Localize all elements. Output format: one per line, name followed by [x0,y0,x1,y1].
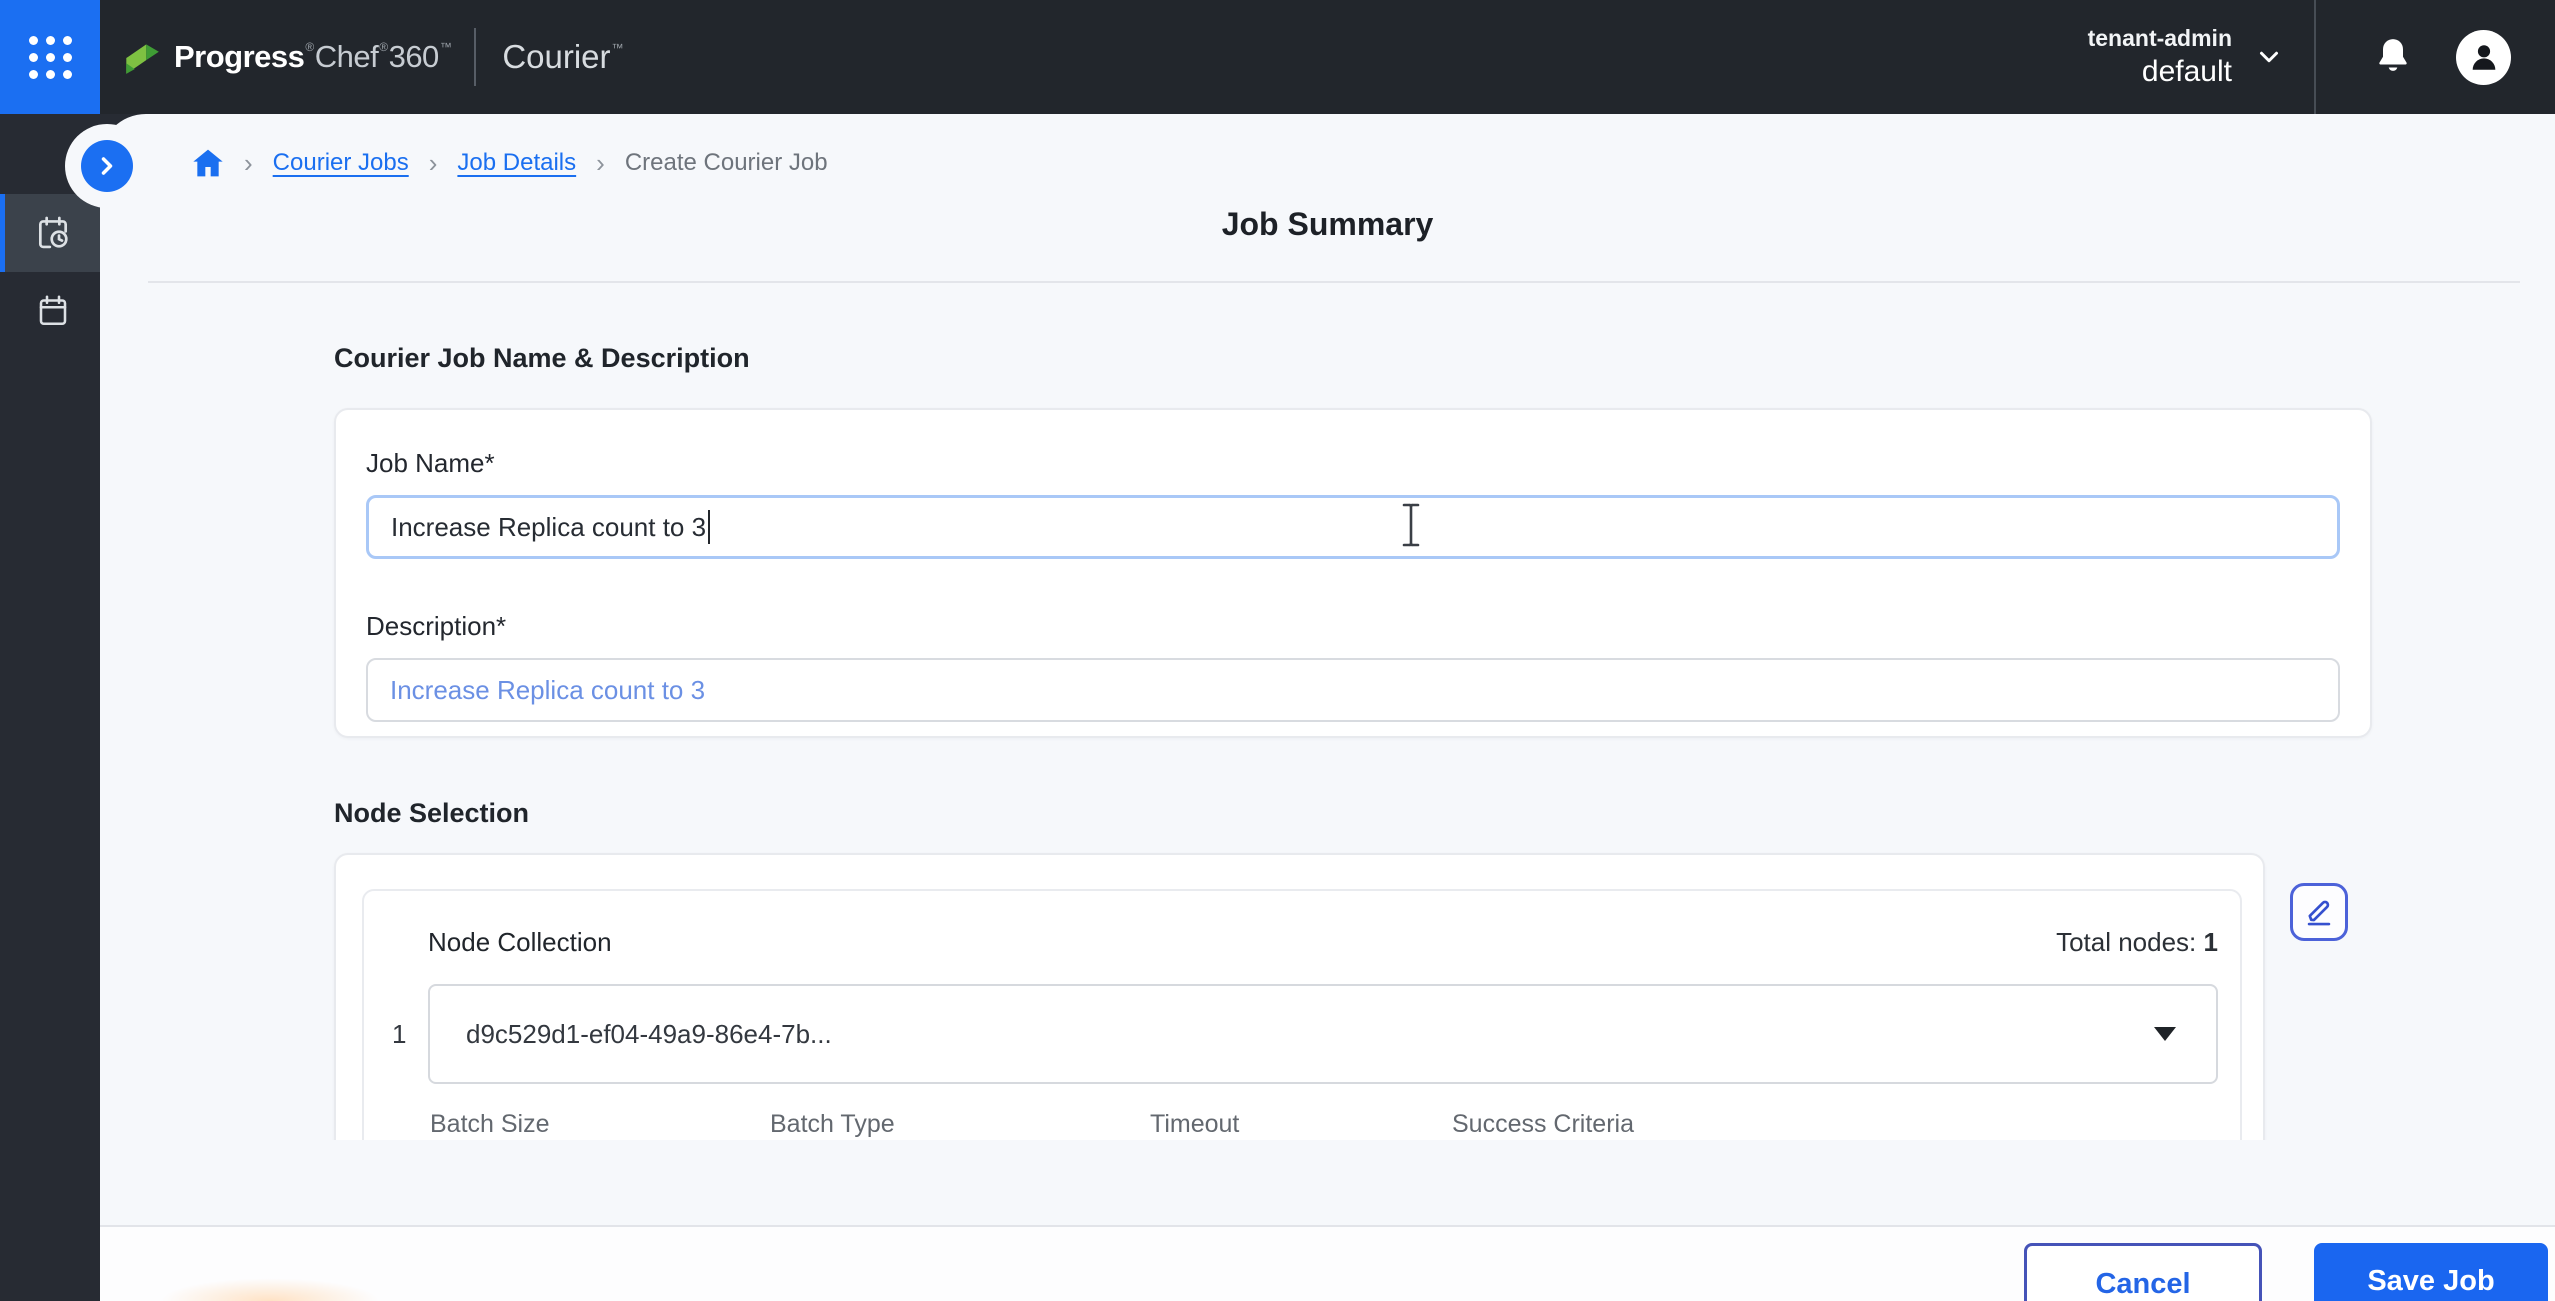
bell-icon [2374,36,2412,76]
pencil-icon [2302,895,2336,929]
job-name-label: Job Name* [366,448,2340,479]
node-collection-select[interactable]: d9c529d1-ef04-49a9-86e4-7b... [428,984,2218,1084]
column-timeout: Timeout [1150,1110,1239,1139]
breadcrumb-link-courier-jobs[interactable]: Courier Jobs [273,149,409,177]
edit-node-selection-button[interactable] [2290,883,2348,941]
sidebar [0,114,100,1301]
breadcrumb-separator: › [596,150,605,176]
user-avatar-icon [2467,40,2501,74]
node-collection-card: Node Collection Total nodes: 1 1 d9c529d… [362,889,2242,1140]
notifications-button[interactable] [2374,36,2412,79]
text-caret [708,510,710,544]
scheduled-jobs-icon [34,214,72,252]
app-window: Progress®Chef®360™ Courier™ tenant-admin… [0,0,2555,1301]
total-nodes-value: 1 [2204,927,2218,957]
main-content: › Courier Jobs › Job Details › Create Co… [100,114,2555,1301]
brand-text: Progress®Chef®360™ [174,39,452,75]
title-divider [148,281,2520,283]
dropdown-caret-icon [2154,1027,2176,1041]
topbar-right: tenant-admin default [2088,0,2555,114]
breadcrumb-separator: › [244,150,253,176]
brand-logo-group: Progress®Chef®360™ [120,36,452,78]
save-job-button[interactable]: Save Job [2314,1243,2548,1301]
node-selection-row: Node Collection Total nodes: 1 1 d9c529d… [334,853,2372,1140]
topbar-divider [2314,0,2316,114]
topbar-divider [474,28,476,86]
user-avatar-button[interactable] [2456,30,2511,85]
node-row-index: 1 [392,1019,406,1050]
description-input[interactable]: Increase Replica count to 3 [366,658,2340,722]
column-batch-size: Batch Size [430,1110,550,1139]
total-nodes: Total nodes: 1 [2056,927,2218,958]
column-batch-type: Batch Type [770,1110,895,1139]
scroll-area: › Courier Jobs › Job Details › Create Co… [100,114,2555,1140]
tenant-environment: default [2088,53,2232,91]
app-launcher-button[interactable] [0,0,100,114]
footer-action-bar: Cancel Save Job [100,1225,2555,1301]
chevron-down-icon[interactable] [2254,42,2284,72]
breadcrumb: › Courier Jobs › Job Details › Create Co… [192,148,2555,178]
tenant-name: tenant-admin [2088,24,2232,53]
sidebar-item-schedules[interactable] [0,272,100,350]
description-value: Increase Replica count to 3 [390,675,705,706]
description-label: Description* [366,611,2340,642]
tenant-menu[interactable]: tenant-admin default [2088,24,2232,90]
node-collection-selected-value: d9c529d1-ef04-49a9-86e4-7b... [466,1019,832,1050]
home-breadcrumb-button[interactable] [192,148,224,178]
chevron-right-icon [93,152,121,180]
node-selection-heading: Node Selection [334,798,2372,829]
app-name: Courier™ [502,38,624,76]
form-area: Courier Job Name & Description Job Name*… [334,343,2372,1140]
sidebar-item-courier-jobs[interactable] [0,194,100,272]
node-selection-card: Node Collection Total nodes: 1 1 d9c529d… [334,853,2265,1140]
sidebar-expand-button[interactable] [81,140,133,192]
name-description-heading: Courier Job Name & Description [334,343,2372,374]
job-name-input[interactable]: Increase Replica count to 3 [366,495,2340,559]
column-success-criteria: Success Criteria [1452,1110,1634,1139]
node-select-row: 1 d9c529d1-ef04-49a9-86e4-7b... [428,984,2218,1084]
home-icon [192,148,224,178]
breadcrumb-current: Create Courier Job [625,149,828,177]
batch-settings-header-row: Batch Size Batch Type Timeout Success Cr… [428,1110,2218,1140]
cancel-button[interactable]: Cancel [2024,1243,2262,1301]
calendar-icon [35,293,71,329]
name-description-card: Job Name* Increase Replica count to 3 De… [334,408,2372,738]
breadcrumb-separator: › [429,150,438,176]
progress-logo-icon [120,36,162,78]
app-grid-icon [29,36,72,79]
topbar: Progress®Chef®360™ Courier™ tenant-admin… [0,0,2555,114]
breadcrumb-link-job-details[interactable]: Job Details [457,149,576,177]
node-collection-label: Node Collection [428,927,612,958]
job-name-value: Increase Replica count to 3 [391,512,706,543]
page-title: Job Summary [100,206,2555,243]
